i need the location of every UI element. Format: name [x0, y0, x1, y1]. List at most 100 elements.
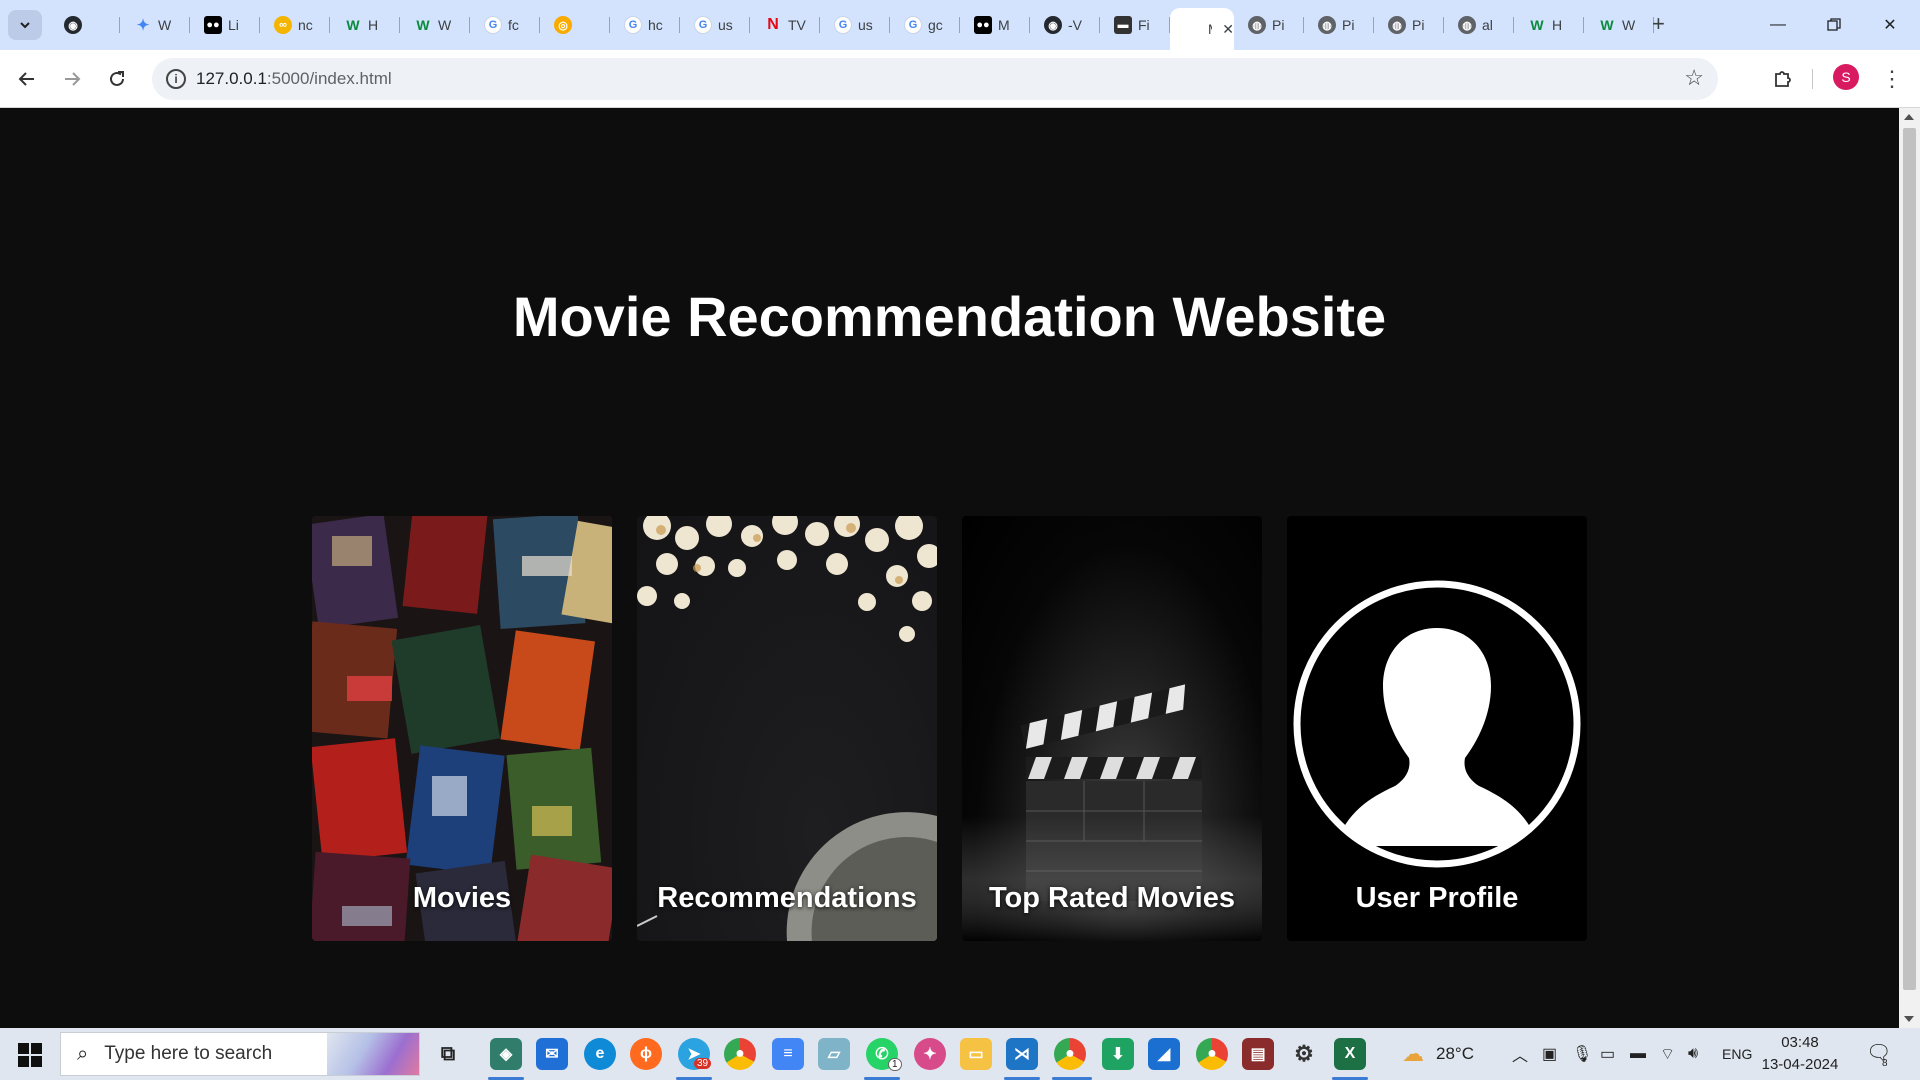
browser-tab[interactable]: N TV	[750, 8, 820, 42]
top-rated-card[interactable]: Top Rated Movies	[962, 516, 1262, 941]
address-bar[interactable]: i 127.0.0.1:5000/index.html ☆	[152, 58, 1718, 100]
browser-tab[interactable]: ◉	[50, 8, 120, 42]
vertical-scrollbar[interactable]	[1899, 108, 1920, 1028]
weather-widget[interactable]: ☁ 28°C	[1402, 1028, 1474, 1080]
globe-icon: ◍	[1248, 16, 1266, 34]
tab-title: W	[438, 17, 452, 33]
tab-title: Li	[228, 17, 239, 33]
notification-center-icon[interactable]: 🗨︎	[1866, 1040, 1894, 1068]
recommendations-card[interactable]: Recommendations	[637, 516, 937, 941]
firefox-icon[interactable]: ɸ	[630, 1038, 662, 1070]
bookmark-star-icon[interactable]: ☆	[1684, 65, 1704, 91]
notification-count: 8	[1882, 1058, 1888, 1069]
site-info-icon[interactable]: i	[166, 69, 186, 89]
browser-tab[interactable]: ◍ Pi	[1304, 8, 1374, 42]
display-icon[interactable]: ▭	[1600, 1028, 1615, 1080]
reload-button[interactable]	[102, 64, 132, 94]
volume-icon[interactable]: 🔊︎	[1688, 1028, 1698, 1080]
wifi-icon[interactable]: ⌔	[1660, 1028, 1675, 1080]
forward-button[interactable]	[57, 64, 87, 94]
url-host: 127.0.0.1	[196, 69, 267, 88]
browser-menu-button[interactable]: ⋮	[1880, 64, 1904, 94]
chrome-alt-icon[interactable]: ●	[1196, 1038, 1228, 1070]
clapperboard-image	[962, 684, 1262, 941]
battery-icon[interactable]: ▬	[1630, 1028, 1646, 1080]
browser-tab[interactable]: Ggc	[890, 8, 960, 42]
docs-icon[interactable]: ≡	[772, 1038, 804, 1070]
tab-search-button[interactable]	[8, 10, 42, 40]
clock-time: 03:48	[1781, 1034, 1819, 1051]
browser-tab[interactable]: WH	[1514, 8, 1584, 42]
scroll-up-arrow-icon[interactable]	[1904, 114, 1914, 120]
tab-title: hc	[648, 17, 663, 33]
search-placeholder: Type here to search	[104, 1043, 273, 1064]
excel-icon[interactable]: X	[1334, 1038, 1366, 1070]
close-window-button[interactable]: ✕	[1862, 0, 1918, 50]
browser-tab[interactable]: ◉ -V	[1030, 8, 1100, 42]
browser-tab[interactable]: ▬ Fi	[1100, 8, 1170, 42]
browser-tab[interactable]: WW	[400, 8, 470, 42]
browser-tab[interactable]: ◍ Pi	[1234, 8, 1304, 42]
terminal-icon: ▬	[1114, 16, 1132, 34]
github-icon: ◉	[1044, 16, 1062, 34]
profile-avatar[interactable]: S	[1833, 64, 1859, 90]
browser-tab[interactable]: ●● Li	[190, 8, 260, 42]
close-tab-icon[interactable]: ✕	[1222, 21, 1234, 38]
meet-icon[interactable]: ▣	[1542, 1028, 1557, 1080]
taskbar-search-box[interactable]: ⌕ Type here to search	[60, 1032, 420, 1076]
top-rated-card-label: Top Rated Movies	[989, 882, 1235, 914]
windows-start-button[interactable]	[10, 1041, 50, 1069]
medium-icon: ●●	[974, 16, 992, 34]
browser-tab[interactable]: ◍ al	[1444, 8, 1514, 42]
extensions-button[interactable]	[1768, 64, 1798, 94]
restore-button[interactable]	[1806, 0, 1862, 50]
tab-active[interactable]: M✕	[1170, 8, 1234, 50]
reload-icon	[110, 71, 124, 86]
back-button[interactable]	[12, 64, 42, 94]
store-app-icon[interactable]: ◢	[1148, 1038, 1180, 1070]
mail-icon[interactable]: ✉	[536, 1038, 568, 1070]
chrome-profile-icon[interactable]: ●	[1054, 1038, 1086, 1070]
google-icon: G	[484, 16, 502, 34]
tray-overflow-chevron-icon[interactable]: ︿	[1512, 1028, 1528, 1080]
chrome-icon[interactable]: ●	[724, 1038, 756, 1070]
puzzle-icon	[1775, 71, 1791, 87]
tab-title: gc	[928, 17, 943, 33]
browser-tab[interactable]: WH	[330, 8, 400, 42]
app-icon-generic[interactable]: ◈	[490, 1038, 522, 1070]
browser-tab[interactable]: ✦ W	[120, 8, 190, 42]
scrollbar-thumb[interactable]	[1903, 128, 1916, 990]
browser-tab[interactable]: Gus	[820, 8, 890, 42]
download-app-icon[interactable]: ⬇	[1102, 1038, 1134, 1070]
windows-taskbar: ⌕ Type here to search ⧉ ◈ ✉ e ɸ ➤ 39 ● ≡…	[0, 1028, 1920, 1080]
browser-tab[interactable]: Gfc	[470, 8, 540, 42]
taskbar-clock[interactable]: 03:48 13-04-2024	[1760, 1032, 1840, 1076]
language-indicator[interactable]: ENG	[1722, 1028, 1752, 1080]
browser-tab[interactable]: Ghc	[610, 8, 680, 42]
task-view-icon[interactable]: ⧉	[432, 1038, 464, 1070]
winrar-icon[interactable]: ▤	[1242, 1038, 1274, 1070]
browser-tab[interactable]: ◍ Pi	[1374, 8, 1444, 42]
movies-card[interactable]: Movies	[312, 516, 612, 941]
edge-icon[interactable]: e	[584, 1038, 616, 1070]
minimize-button[interactable]: —	[1750, 0, 1806, 50]
browser-tab[interactable]: ∞ nc	[260, 8, 330, 42]
wordpress-icon: W	[1530, 17, 1544, 33]
browser-tab[interactable]: ◎	[540, 8, 610, 42]
globe-icon: ◍	[1388, 16, 1406, 34]
url-text: 127.0.0.1:5000/index.html	[196, 69, 392, 89]
user-profile-card[interactable]: User Profile	[1287, 516, 1587, 941]
settings-gear-icon[interactable]: ⚙	[1288, 1038, 1320, 1070]
file-explorer-icon[interactable]: ▭	[960, 1038, 992, 1070]
browser-tab[interactable]: WW	[1584, 8, 1654, 42]
app-icon-pink[interactable]: ✦	[914, 1038, 946, 1070]
app-icon-blue[interactable]: ▱	[818, 1038, 850, 1070]
new-tab-button[interactable]: +	[1652, 13, 1665, 35]
browser-tab[interactable]: ●● M	[960, 8, 1030, 42]
scroll-down-arrow-icon[interactable]	[1904, 1016, 1914, 1022]
recommendations-card-label: Recommendations	[657, 882, 917, 914]
microphone-icon[interactable]: 🎙︎	[1572, 1028, 1592, 1080]
vscode-icon[interactable]: ⋊	[1006, 1038, 1038, 1070]
browser-tab[interactable]: Gus	[680, 8, 750, 42]
medium-icon: ●●	[204, 16, 222, 34]
